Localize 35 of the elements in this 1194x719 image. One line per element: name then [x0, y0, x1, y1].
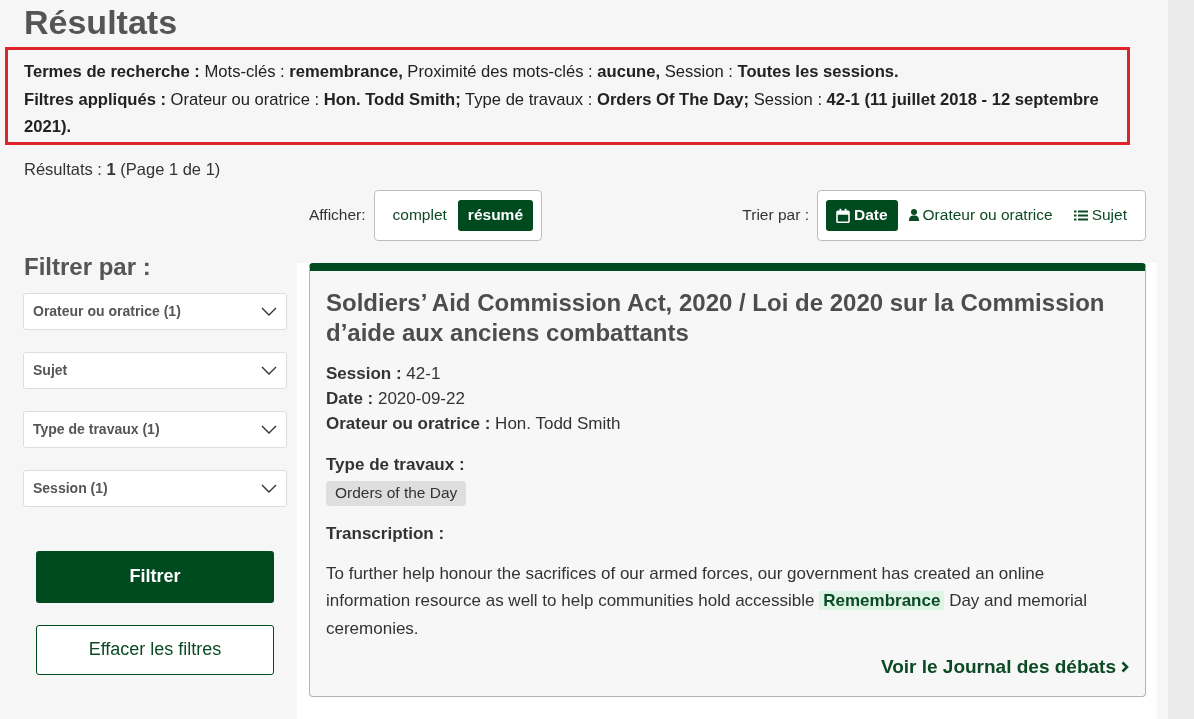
transcription-excerpt: To further help honour the sacrifices of our armed forces, our government has created an online information resource as well to help communities hold accessible Remembrance Day and memorial ceremonies.: [326, 562, 1089, 640]
filter-button[interactable]: Filtrer: [36, 550, 274, 603]
filter-heading: Filtrer par :: [24, 251, 152, 282]
list-icon: [1073, 209, 1088, 221]
filter-dropdown[interactable]: Sujet: [23, 351, 287, 389]
display-option[interactable]: complet: [382, 199, 457, 231]
applied-filters-text: Filtres appliqués : Orateur ou oratrice : Hon. Todd Smith; Type de travaux : Orders Of The Day; Session : 42-1 (11 juillet 2018 - 12 septembre 2021).: [24, 88, 1100, 138]
filter-dropdown[interactable]: Session (1): [23, 469, 287, 507]
page-title: Résultats: [24, 2, 178, 43]
result-detail: Date : 2020-09-22: [326, 387, 466, 410]
result-detail: Session : 42-1: [326, 362, 442, 385]
type-tag: Orders of the Day: [326, 480, 467, 506]
search-terms-text: Termes de recherche : Mots-clés : remembrance, Proximité des mots-clés : aucune, Session : Toutes les sessions.: [24, 61, 900, 83]
chevron-down-icon: [261, 483, 277, 493]
chevron-right-icon: [1121, 661, 1129, 673]
type-label: Type de travaux :: [326, 453, 466, 476]
display-label: Afficher:: [309, 205, 366, 226]
chevron-down-icon: [261, 424, 277, 434]
user-icon: [908, 209, 919, 221]
transcription-label: Transcription :: [326, 522, 446, 545]
sort-option[interactable]: Sujet: [1063, 199, 1137, 231]
result-title: Soldiers’ Aid Commission Act, 2020 / Loi de 2020 sur la Commission d’aide aux anciens combattants: [326, 287, 1106, 348]
filter-dropdown[interactable]: Type de travaux (1): [23, 410, 287, 448]
journal-link[interactable]: Voir le Journal des débats: [880, 654, 1129, 680]
sort-option[interactable]: Orateur ou oratrice: [898, 199, 1063, 231]
filter-dropdown[interactable]: Orateur ou oratrice (1): [23, 292, 287, 330]
sort-option[interactable]: Date: [825, 199, 898, 231]
result-detail: Orateur ou oratrice : Hon. Todd Smith: [326, 412, 622, 435]
sort-label: Trier par :: [742, 205, 809, 226]
chevron-down-icon: [261, 306, 277, 316]
chevron-down-icon: [261, 365, 277, 375]
calendar-icon: [835, 207, 850, 223]
display-option[interactable]: résumé: [457, 199, 533, 231]
result-count-text: Résultats : 1 (Page 1 de 1): [24, 159, 221, 181]
clear-filters-button[interactable]: Effacer les filtres: [36, 624, 274, 675]
